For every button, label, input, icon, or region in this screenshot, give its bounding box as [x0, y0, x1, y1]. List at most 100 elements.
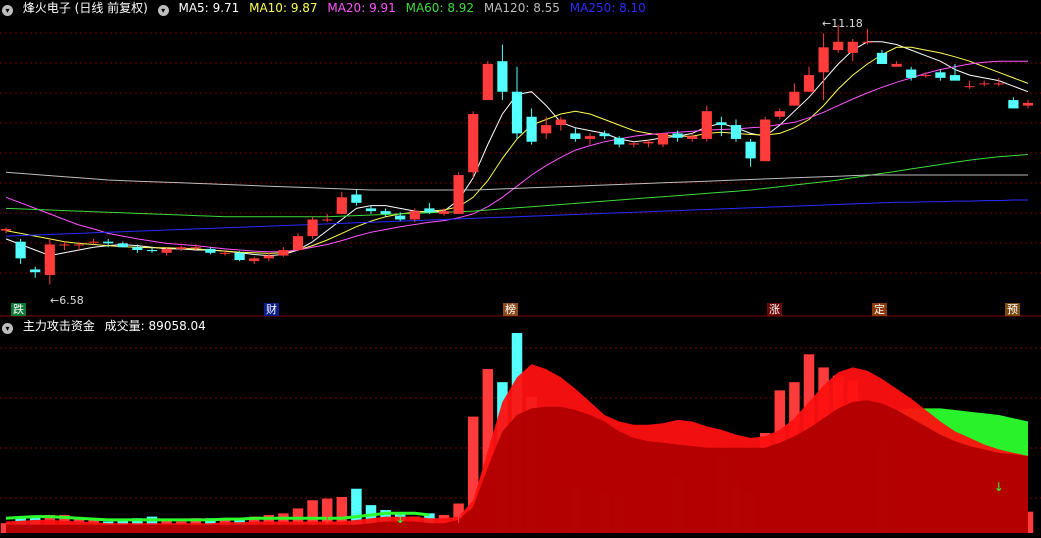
- candle-body: [920, 75, 931, 77]
- candle-body: [292, 236, 304, 251]
- candle-body: [30, 269, 41, 273]
- candle-body: [657, 133, 669, 145]
- candle-body: [541, 125, 552, 134]
- candle-body: [993, 83, 1004, 85]
- volume-label: 成交量: 89058.04: [104, 319, 206, 333]
- candle-body: [103, 241, 114, 244]
- fund-area-dark: [6, 400, 1028, 533]
- indicator-name: 主力攻击资金: [22, 319, 95, 333]
- sub-legend: ▾ 主力攻击资金 成交量: 89058.04: [2, 319, 212, 334]
- candle-body: [132, 247, 143, 251]
- candle-body: [745, 141, 756, 159]
- candle-body: [526, 116, 537, 142]
- candle-body: [205, 248, 216, 253]
- candle-body: [570, 133, 581, 139]
- chevron-down-icon[interactable]: ▾: [2, 323, 13, 334]
- ma20-label: MA20: 9.91: [327, 1, 396, 15]
- candle-body: [219, 252, 231, 254]
- ma120-label: MA120: 8.55: [483, 1, 560, 15]
- candle-body: [1022, 102, 1034, 106]
- candle-body: [424, 208, 435, 213]
- candle-body: [643, 141, 654, 144]
- candle-body: [964, 86, 975, 88]
- ma120-line: [5, 171, 1028, 191]
- event-marker-rise[interactable]: 涨: [767, 303, 782, 316]
- candle-body: [614, 137, 625, 145]
- signal-arrow-icon: ↑: [322, 512, 332, 526]
- candle-body: [438, 211, 450, 214]
- candle-body: [322, 219, 333, 221]
- candle-body: [906, 69, 917, 78]
- candle-body: [672, 133, 683, 138]
- candle-body: [555, 119, 566, 126]
- candle-body: [730, 125, 742, 139]
- candle-body: [847, 41, 858, 53]
- event-marker-fall[interactable]: 跌: [11, 303, 26, 316]
- candle-body: [891, 63, 902, 67]
- candle-body: [876, 52, 888, 64]
- candle-body: [278, 250, 289, 256]
- candle-body: [395, 215, 406, 220]
- stock-title: 烽火电子 (日线 前复权): [22, 1, 148, 15]
- candle-body: [365, 208, 377, 212]
- event-marker-forecast[interactable]: 预: [1005, 303, 1020, 316]
- ma250-line: [5, 199, 1028, 237]
- candle-body: [701, 111, 712, 139]
- signal-arrow-icon: ↓: [994, 480, 1004, 494]
- candle-body: [789, 91, 800, 106]
- stock-chart: ↑ ↓ ↑ ↓: [0, 25, 1041, 533]
- candle-body: [190, 247, 201, 249]
- candle-body: [862, 41, 873, 43]
- candle-body: [59, 244, 70, 246]
- candle-body: [44, 244, 55, 276]
- event-marker-ranking[interactable]: 榜: [503, 303, 518, 316]
- candle-body: [687, 136, 698, 139]
- candle-body: [453, 175, 464, 214]
- candle-body: [234, 252, 245, 261]
- candle-body: [146, 250, 158, 252]
- candle-body: [1008, 100, 1019, 109]
- ma10-label: MA10: 9.87: [249, 1, 318, 15]
- candle-body: [117, 243, 128, 248]
- candle-body: [15, 241, 26, 259]
- candle-body: [774, 111, 785, 117]
- event-marker-finance[interactable]: 财: [264, 303, 279, 316]
- candle-body: [88, 241, 99, 243]
- candle-body: [979, 83, 990, 85]
- ma60-label: MA60: 8.92: [405, 1, 475, 15]
- main-legend: ▾ 烽火电子 (日线 前复权) ▾ MA5: 9.71 MA10: 9.87 M…: [2, 1, 652, 16]
- ma250-label: MA250: 8.10: [569, 1, 646, 15]
- candle-body: [380, 211, 391, 214]
- candle-body: [176, 247, 187, 249]
- candle-body: [336, 197, 347, 214]
- candle-body: [599, 133, 610, 137]
- candle-body: [263, 255, 274, 259]
- candle-body: [497, 61, 508, 92]
- candle-body: [468, 113, 479, 173]
- candle-body: [833, 41, 844, 51]
- candle-body: [511, 91, 523, 134]
- candle-body: [716, 122, 727, 126]
- candle-body: [73, 244, 85, 246]
- candle-body: [482, 63, 493, 101]
- candle-body: [161, 248, 172, 253]
- ma5-label: MA5: 9.71: [178, 1, 240, 15]
- candle-body: [249, 258, 260, 262]
- candle-body: [584, 136, 596, 139]
- event-marker-fixed[interactable]: 定: [872, 303, 887, 316]
- candle-body: [803, 75, 815, 92]
- signal-arrow-icon: ↑: [454, 512, 464, 526]
- candle-body: [949, 75, 961, 81]
- candle-body: [935, 72, 946, 78]
- candle-body: [628, 143, 639, 145]
- chevron-down-icon[interactable]: ▾: [2, 5, 13, 16]
- candle-body: [0, 228, 12, 231]
- high-annotation: ←11.18: [822, 17, 863, 30]
- candle-body: [409, 211, 420, 220]
- candle-body: [818, 47, 829, 73]
- signal-arrow-icon: ↓: [395, 512, 405, 526]
- candle-body: [351, 194, 362, 203]
- chevron-down-icon[interactable]: ▾: [157, 5, 169, 16]
- candle-body: [307, 219, 318, 237]
- candle-body: [760, 119, 771, 162]
